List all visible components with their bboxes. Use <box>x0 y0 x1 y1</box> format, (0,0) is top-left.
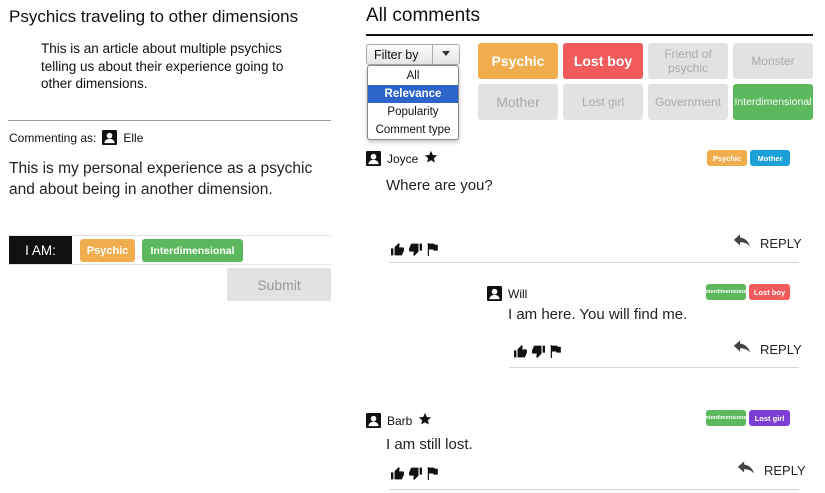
comment-tag: Interdimensional <box>706 284 746 300</box>
comment-actions <box>390 467 439 480</box>
comment-actions <box>390 243 439 256</box>
comment-tag: Psychic <box>707 150 747 166</box>
flag-icon[interactable] <box>426 243 439 256</box>
filter-label: Filter by <box>374 47 419 62</box>
star-icon <box>418 412 432 429</box>
reply-arrow-icon <box>737 461 756 479</box>
reply-arrow-icon <box>733 234 752 252</box>
reply-label: REPLY <box>760 341 802 357</box>
filter-tag-lost-boy[interactable]: Lost boy <box>563 43 643 79</box>
filter-tag-psychic[interactable]: Psychic <box>478 43 558 79</box>
thumbs-down-icon[interactable] <box>408 467 423 480</box>
dropdown-caret-icon[interactable] <box>442 51 450 56</box>
comment-tag: Lost girl <box>749 410 790 426</box>
author-name[interactable]: Barb <box>387 414 412 428</box>
comment-author: Will <box>487 286 527 301</box>
thumbs-up-icon[interactable] <box>390 243 405 256</box>
comment-text: I am still lost. <box>386 436 473 453</box>
submit-button[interactable]: Submit <box>227 268 331 301</box>
filter-tag-friend-of-psychic[interactable]: Friend of psychic <box>648 43 728 79</box>
comment-divider <box>389 262 799 263</box>
comment-text: I am here. You will find me. <box>508 306 688 323</box>
filter-tag-monster[interactable]: Monster <box>733 43 813 79</box>
user-icon <box>102 130 118 145</box>
comment-author: Barb <box>366 412 432 429</box>
filter-option-comment-type[interactable]: Comment type <box>368 121 458 139</box>
user-icon <box>366 151 381 166</box>
reply-label: REPLY <box>760 235 802 251</box>
filter-options-menu: All Relevance Popularity Comment type <box>367 65 459 140</box>
comment-tag: Interdimensional <box>706 410 746 426</box>
article-body: This is an article about multiple psychi… <box>41 41 284 91</box>
comment-actions <box>513 345 562 358</box>
comment-tag: Mother <box>750 150 790 166</box>
comment-draft-text[interactable]: This is my personal experience as a psyc… <box>9 159 334 200</box>
comment-tag: Lost boy <box>749 284 790 300</box>
filter-option-all[interactable]: All <box>368 67 458 85</box>
star-icon <box>424 150 438 167</box>
filter-tag-mother[interactable]: Mother <box>478 84 558 120</box>
article-title: Psychics traveling to other dimensions <box>9 7 299 26</box>
comment-text: Where are you? <box>386 177 493 194</box>
comments-title: All comments <box>366 5 481 26</box>
flag-icon[interactable] <box>426 467 439 480</box>
commenting-as: Commenting as: Elle <box>9 130 143 145</box>
filter-tag-government[interactable]: Government <box>648 84 728 120</box>
author-name[interactable]: Will <box>508 287 527 301</box>
flag-icon[interactable] <box>549 345 562 358</box>
filter-separator <box>432 45 433 64</box>
thumbs-up-icon[interactable] <box>513 345 528 358</box>
i-am-label: I AM: <box>9 236 72 264</box>
user-icon <box>487 286 502 301</box>
reply-arrow-icon <box>733 340 752 358</box>
reply-button[interactable]: REPLY <box>737 461 806 479</box>
comment-divider <box>509 367 799 368</box>
filter-tag-lost-girl[interactable]: Lost girl <box>563 84 643 120</box>
filter-tag-interdimensional[interactable]: Interdimensional <box>733 84 813 120</box>
commenting-as-label: Commenting as: <box>9 130 97 145</box>
comments-title-rule <box>366 34 813 36</box>
selected-tag-psychic[interactable]: Psychic <box>80 239 135 262</box>
filter-option-relevance[interactable]: Relevance <box>368 85 458 103</box>
thumbs-down-icon[interactable] <box>531 345 546 358</box>
author-name[interactable]: Joyce <box>387 152 418 166</box>
reply-label: REPLY <box>764 462 806 478</box>
thumbs-down-icon[interactable] <box>408 243 423 256</box>
user-icon <box>366 413 381 428</box>
comment-divider <box>389 489 799 490</box>
filter-option-popularity[interactable]: Popularity <box>368 103 458 121</box>
divider <box>8 120 331 121</box>
comment-author: Joyce <box>366 150 438 167</box>
current-user-name: Elle <box>123 130 144 145</box>
reply-button[interactable]: REPLY <box>733 234 802 252</box>
thumbs-up-icon[interactable] <box>390 467 405 480</box>
selected-tag-interdimensional[interactable]: Interdimensional <box>142 239 243 262</box>
reply-button[interactable]: REPLY <box>733 340 802 358</box>
